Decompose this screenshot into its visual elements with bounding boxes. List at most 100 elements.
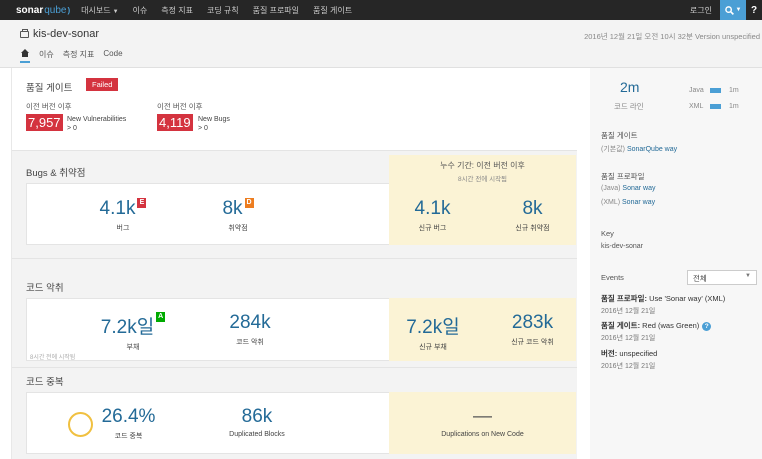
maintainability-rating-badge: A — [156, 312, 166, 322]
event-date: 2016년 12월 21일 — [601, 363, 656, 370]
leak-period-subtitle: 8시간 전에 시작됨 — [457, 176, 508, 183]
condition-threshold: > 0 — [67, 125, 77, 132]
new-duplications-label: Duplications on New Code — [441, 431, 524, 438]
nav-dashboards[interactable]: 대시보드 ▼ — [74, 5, 125, 16]
tab-measures[interactable]: 측정 지표 — [63, 49, 95, 64]
quality-gate-title: 품질 게이트 — [26, 83, 73, 94]
technical-debt-metric[interactable]: 7.2k일A 부채 — [88, 312, 178, 352]
nav-dashboards-label: 대시보드 — [81, 5, 111, 15]
folder-icon — [20, 28, 29, 38]
nav-rules[interactable]: 코딩 규칙 — [200, 5, 246, 16]
duplicated-blocks-label: Duplicated Blocks — [229, 431, 285, 438]
events-filter-select[interactable]: 전체 ▼ — [687, 270, 757, 285]
tab-issues[interactable]: 이슈 — [39, 49, 54, 64]
new-bugs-metric[interactable]: 4.1k 신규 버그 — [400, 198, 465, 233]
smells-section-title: 코드 악취 — [26, 283, 64, 294]
help-button[interactable]: ? — [746, 0, 762, 20]
project-title[interactable]: kis-dev-sonar — [20, 28, 99, 40]
code-smells-metric[interactable]: 284k 코드 악취 — [220, 312, 280, 347]
new-duplications-metric[interactable]: — Duplications on New Code — [420, 406, 545, 438]
duplication-density-label: 코드 중복 — [114, 433, 143, 440]
dup-section-title: 코드 중복 — [26, 377, 64, 388]
code-smells-value: 284k — [229, 312, 271, 333]
event-date: 2016년 12월 21일 — [601, 308, 656, 315]
sonarqube-logo[interactable]: sonar qube) — [0, 5, 74, 16]
condition-threshold: > 0 — [198, 125, 208, 132]
condition-value[interactable]: 4,119 — [157, 114, 193, 131]
project-tabs: 이슈 측정 지표 Code — [20, 49, 132, 68]
vulnerabilities-value: 8k — [222, 198, 243, 219]
new-code-smells-metric[interactable]: 283k 신규 코드 악취 — [500, 312, 565, 347]
new-duplications-value: — — [473, 406, 492, 427]
new-debt-value: 7.2k일 — [406, 317, 460, 338]
duplication-density-metric[interactable]: 26.4% 코드 중복 — [96, 406, 161, 441]
search-button[interactable]: ▼ — [720, 0, 746, 20]
logo-text-q: qube — [44, 4, 67, 16]
event-type: 품질 게이트: — [601, 321, 641, 330]
quality-gate-default: (기본값) SonarQube way — [601, 144, 677, 154]
quality-gate-default-label: (기본값) — [601, 146, 625, 153]
condition-metric: New Vulnerabilities > 0 — [67, 115, 126, 133]
vulnerabilities-label: 취약점 — [228, 225, 248, 232]
language-distribution-bar — [710, 88, 721, 93]
vulnerabilities-metric[interactable]: 8k D 취약점 — [208, 198, 268, 233]
language-name: XML — [689, 103, 704, 110]
nav-measures[interactable]: 측정 지표 — [154, 5, 200, 16]
quality-profile-link[interactable]: Sonar way — [622, 199, 655, 206]
new-bugs-value: 4.1k — [414, 198, 451, 219]
new-code-smells-label: 신규 코드 악취 — [511, 339, 554, 346]
duplication-density-value: 26.4% — [101, 406, 156, 427]
nav-quality-profiles[interactable]: 품질 프로파일 — [246, 5, 306, 16]
new-vulnerabilities-value: 8k — [522, 198, 543, 219]
events-label: Events — [601, 273, 624, 282]
leak-period-title: 누수 기간: 이전 버전 이후 — [440, 161, 525, 170]
lines-of-code-label: 코드 라인 — [614, 102, 644, 111]
quality-gate-status-badge: Failed — [86, 78, 119, 91]
new-vulnerabilities-label: 신규 취약점 — [515, 225, 550, 232]
condition-period: 이전 버전 이후 — [157, 102, 203, 111]
lines-of-code-value[interactable]: 2m — [620, 79, 639, 95]
bugs-metric[interactable]: 4.1k E 버그 — [88, 198, 158, 233]
nav-quality-gates[interactable]: 품질 게이트 — [306, 5, 359, 16]
profile-language: (Java) — [601, 185, 621, 192]
event-title: 버전: unspecified — [601, 348, 657, 359]
security-rating-badge: D — [244, 198, 254, 208]
new-debt-metric[interactable]: 7.2k일 신규 부채 — [398, 312, 468, 352]
condition-period: 이전 버전 이후 — [26, 102, 72, 111]
home-icon — [21, 49, 29, 57]
quality-gate-link[interactable]: SonarQube way — [627, 146, 677, 153]
project-header: kis-dev-sonar 2016년 12월 21일 오전 10시 32분 V… — [0, 20, 762, 68]
new-debt-label: 신규 부채 — [419, 344, 447, 351]
event-detail: Use 'Sonar way' (XML) — [646, 294, 726, 303]
condition-value[interactable]: 7,957 — [26, 114, 63, 131]
condition-metric: New Bugs > 0 — [198, 115, 230, 133]
project-key-label: Key — [601, 229, 614, 238]
quality-profile-xml: (XML) Sonar way — [601, 199, 655, 206]
language-value: 1m — [729, 87, 739, 94]
code-smells-label: 코드 악취 — [236, 339, 264, 346]
new-code-smells-value: 283k — [511, 312, 554, 333]
event-type: 버전: — [601, 349, 618, 358]
login-link[interactable]: 로그인 — [682, 5, 720, 16]
duplicated-blocks-metric[interactable]: 86k Duplicated Blocks — [222, 406, 292, 438]
condition-metric-name: New Vulnerabilities — [67, 116, 127, 123]
chevron-down-icon: ▼ — [735, 7, 742, 13]
quality-profile-link[interactable]: Sonar way — [622, 185, 655, 192]
duplications-donut-icon — [68, 412, 93, 437]
new-bugs-label: 신규 버그 — [418, 225, 447, 232]
nav-issues[interactable]: 이슈 — [126, 5, 155, 16]
tab-home[interactable] — [20, 49, 30, 63]
tab-code[interactable]: Code — [103, 49, 122, 62]
help-icon[interactable]: ? — [702, 321, 712, 331]
quality-profile-java: (Java) Sonar way — [601, 185, 655, 192]
language-distribution-bar — [710, 104, 721, 109]
event-detail: Red (was Green) — [640, 321, 700, 330]
bugs-label: 버그 — [116, 225, 130, 232]
project-name: kis-dev-sonar — [33, 28, 100, 40]
reliability-rating-badge: E — [137, 198, 147, 208]
leak-period-header: 누수 기간: 이전 버전 이후 8시간 전에 시작됨 — [389, 160, 576, 183]
quality-gate-label: 품질 게이트 — [601, 131, 638, 140]
project-key-value: kis-dev-sonar — [601, 243, 644, 250]
new-vulnerabilities-metric[interactable]: 8k 신규 취약점 — [500, 198, 565, 233]
chevron-down-icon: ▼ — [112, 8, 119, 15]
